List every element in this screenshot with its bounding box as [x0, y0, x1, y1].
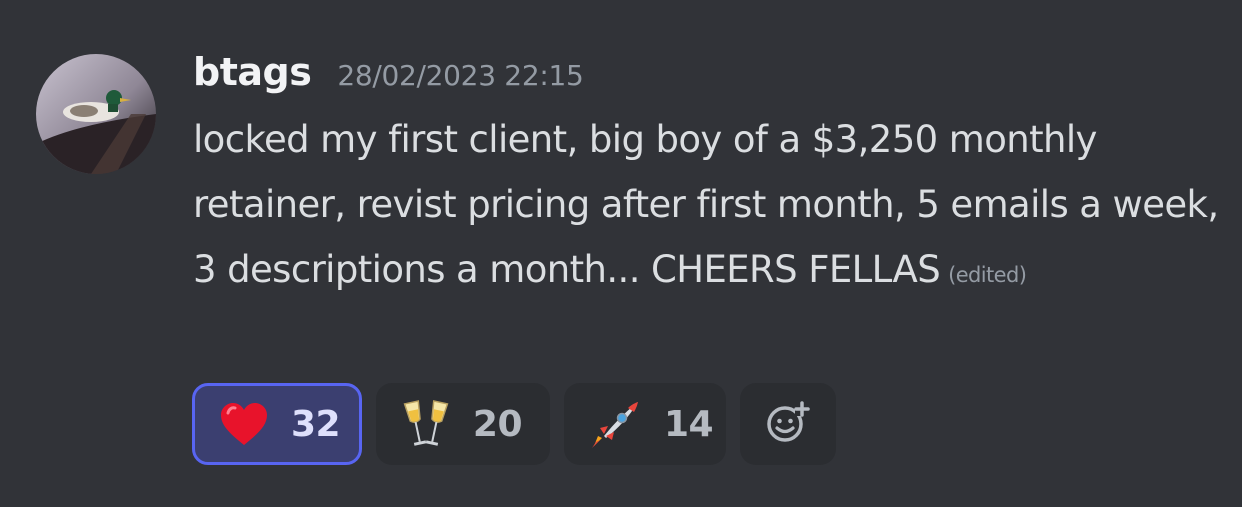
- add-reaction-button[interactable]: [740, 383, 836, 465]
- red-heart-icon: [219, 398, 269, 450]
- rocket-icon: [590, 398, 642, 450]
- username[interactable]: btags: [193, 50, 312, 94]
- timestamp: 28/02/2023 22:15: [337, 59, 584, 92]
- reaction-count: 32: [291, 403, 341, 445]
- reaction-count: 20: [472, 403, 523, 445]
- message-content: locked my first client, big boy of a $3,…: [193, 107, 1223, 308]
- clinking-glasses-icon: [402, 398, 451, 450]
- reaction-rocket[interactable]: 14: [564, 383, 726, 465]
- avatar[interactable]: [36, 54, 156, 174]
- add-reaction-icon: [766, 400, 810, 448]
- reaction-heart[interactable]: 32: [192, 383, 362, 465]
- duck-avatar-image: [36, 54, 156, 174]
- chat-message: btags 28/02/2023 22:15 locked my first c…: [0, 0, 1242, 507]
- reaction-clinking-glasses[interactable]: 20: [376, 383, 550, 465]
- message-header: btags 28/02/2023 22:15: [193, 50, 584, 94]
- message-text: locked my first client, big boy of a $3,…: [193, 118, 1219, 291]
- reaction-count: 14: [664, 403, 714, 445]
- edited-label: (edited): [948, 263, 1027, 287]
- reactions-bar: 32 20 14: [192, 383, 836, 465]
